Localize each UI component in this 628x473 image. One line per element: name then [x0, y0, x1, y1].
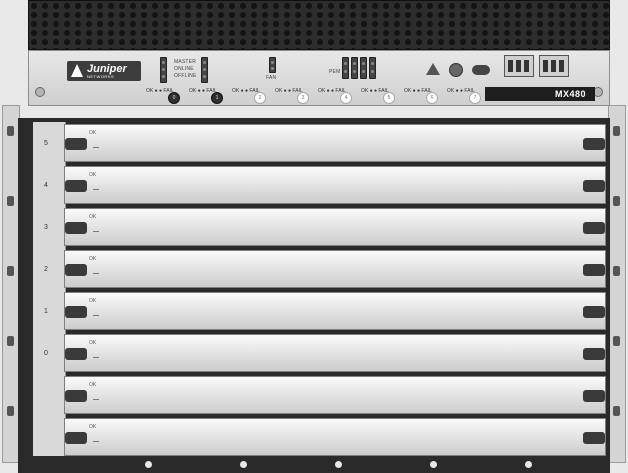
pem-led-column — [351, 57, 358, 79]
slot-number: 0 — [44, 350, 48, 357]
fan-label: FAN — [266, 75, 277, 81]
router-chassis: Juniper NETWORKS MASTER ONLINE OFFLINE F… — [0, 0, 628, 473]
rail-hole — [7, 336, 14, 346]
slot-number: 4 — [44, 182, 48, 189]
model-label: MX480 — [555, 89, 587, 99]
rail-hole — [7, 266, 14, 276]
pem-knob-0[interactable]: 0 — [168, 92, 180, 104]
card-ejector-right[interactable] — [583, 306, 605, 318]
line-card-slot[interactable]: OK — [64, 166, 606, 204]
card-ejector-right[interactable] — [583, 138, 605, 150]
re-status-label-online: ONLINE — [174, 66, 194, 72]
re-status-label-master: MASTER — [174, 59, 197, 65]
alarm-cutoff-button[interactable] — [449, 63, 463, 77]
pem-led-column — [342, 57, 349, 79]
rail-hole — [7, 126, 14, 136]
re-status-label-offline: OFFLINE — [174, 73, 197, 79]
re1-led-column — [201, 57, 208, 83]
slot-number: 3 — [44, 224, 48, 231]
pem-led-column — [369, 57, 376, 79]
card-ejector-left[interactable] — [65, 222, 87, 234]
alarm-connector — [539, 55, 569, 77]
screw-icon — [145, 461, 152, 468]
card-ejector-right[interactable] — [583, 390, 605, 402]
pem-knob-6[interactable]: 6 — [426, 92, 438, 104]
bottom-rail — [18, 456, 610, 473]
screw-icon — [430, 461, 437, 468]
card-ok-label: OK — [89, 298, 97, 304]
juniper-logo: Juniper NETWORKS — [67, 61, 141, 81]
rail-hole — [613, 266, 620, 276]
pem-label: PEM — [329, 69, 341, 75]
logo-subtext: NETWORKS — [87, 74, 115, 79]
card-ejector-right[interactable] — [583, 264, 605, 276]
card-ejector-left[interactable] — [65, 432, 87, 444]
pem-knob-2[interactable]: 2 — [254, 92, 266, 104]
slot-number: 1 — [44, 308, 48, 315]
rail-hole — [613, 126, 620, 136]
rail-hole — [613, 406, 620, 416]
card-ok-label: OK — [89, 382, 97, 388]
card-ejector-right[interactable] — [583, 432, 605, 444]
card-ejector-right[interactable] — [583, 348, 605, 360]
pem-knob-4[interactable]: 4 — [340, 92, 352, 104]
rail-hole — [7, 196, 14, 206]
screw-icon — [335, 461, 342, 468]
card-ok-label: OK — [89, 130, 97, 136]
line-card-slot[interactable]: OK — [64, 334, 606, 372]
pem-knob-7[interactable]: 7 — [469, 92, 481, 104]
pem-knob-3[interactable]: 3 — [297, 92, 309, 104]
screw-icon — [240, 461, 247, 468]
screw-icon — [525, 461, 532, 468]
pem-led-column — [360, 57, 367, 79]
line-card-slot[interactable]: OK — [64, 250, 606, 288]
screw-icon — [35, 87, 45, 97]
rail-hole — [7, 406, 14, 416]
line-card-slot[interactable]: OK — [64, 208, 606, 246]
card-ok-label: OK — [89, 424, 97, 430]
pem-knob-1[interactable]: 1 — [211, 92, 223, 104]
card-ejector-left[interactable] — [65, 390, 87, 402]
slot-number: 5 — [44, 140, 48, 147]
line-card-slot[interactable]: OK — [64, 418, 606, 456]
slot-number: 2 — [44, 266, 48, 273]
line-card-slot[interactable]: OK — [64, 292, 606, 330]
rail-hole — [613, 196, 620, 206]
rail-hole — [613, 336, 620, 346]
card-ejector-left[interactable] — [65, 180, 87, 192]
alarm-triangle-icon — [426, 63, 440, 75]
card-ejector-left[interactable] — [65, 264, 87, 276]
ventilation-grille — [28, 0, 610, 50]
acs-button[interactable] — [472, 65, 490, 75]
slot-label-column — [33, 122, 66, 460]
right-mounting-rail — [608, 105, 626, 463]
line-card-slot[interactable]: OK — [64, 124, 606, 162]
juniper-mark-icon — [71, 64, 83, 77]
card-ok-label: OK — [89, 340, 97, 346]
card-ok-label: OK — [89, 214, 97, 220]
card-ok-label: OK — [89, 256, 97, 262]
card-ok-label: OK — [89, 172, 97, 178]
card-ejector-right[interactable] — [583, 222, 605, 234]
line-card-slot[interactable]: OK — [64, 376, 606, 414]
card-ejector-right[interactable] — [583, 180, 605, 192]
card-ejector-left[interactable] — [65, 348, 87, 360]
card-ejector-left[interactable] — [65, 138, 87, 150]
re0-led-column — [160, 57, 167, 83]
card-ejector-left[interactable] — [65, 306, 87, 318]
fan-led-column — [269, 57, 276, 73]
alarm-connector — [504, 55, 534, 77]
pem-knob-5[interactable]: 5 — [383, 92, 395, 104]
